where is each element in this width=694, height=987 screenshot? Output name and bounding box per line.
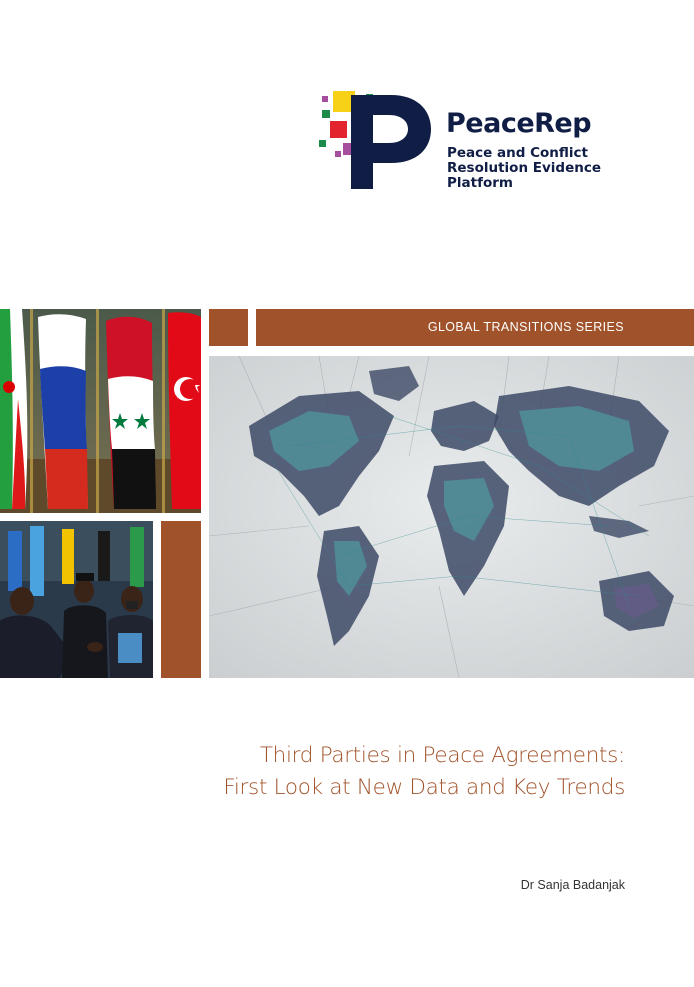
series-banner: GLOBAL TRANSITIONS SERIES <box>256 309 694 346</box>
peacerep-p-icon <box>319 91 431 189</box>
brand-tagline-line-1: Peace and Conflict <box>447 145 588 161</box>
brand-name: PeaceRep <box>446 108 592 139</box>
author-name: Dr Sanja Badanjak <box>520 878 625 892</box>
brand-tagline-line-3: Platform <box>447 175 513 191</box>
document-title-line-1: Third Parties in Peace Agreements: <box>259 743 625 768</box>
accent-block <box>161 521 201 678</box>
network-world-map-photo <box>209 356 694 678</box>
handshake-photo <box>0 521 153 678</box>
flags-photo <box>0 309 201 513</box>
series-accent-block <box>209 309 248 346</box>
brand-tagline-line-2: Resolution Evidence <box>447 160 602 176</box>
document-title: Third Parties in Peace Agreements: First… <box>100 740 625 804</box>
document-title-line-2: First Look at New Data and Key Trends <box>223 775 625 800</box>
peacerep-logo: PeaceRep Peace and Conflict Resolution E… <box>313 88 633 196</box>
